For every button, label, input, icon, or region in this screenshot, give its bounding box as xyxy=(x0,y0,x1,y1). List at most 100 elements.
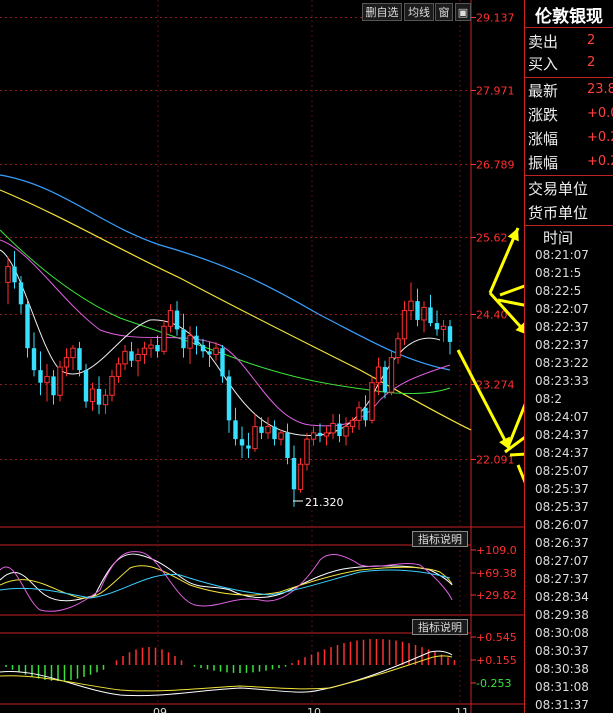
candle xyxy=(252,414,258,452)
macd-explain-button[interactable]: 指标说明 xyxy=(412,619,468,635)
price-axis: 29.137 27.971 26.789 25.62 24.40 23.274 22.091… xyxy=(153,12,517,713)
candle xyxy=(395,332,401,364)
candle xyxy=(122,345,128,371)
candle xyxy=(363,395,368,427)
ma-green xyxy=(0,229,451,394)
candle xyxy=(310,426,317,446)
candle xyxy=(408,282,414,320)
candle xyxy=(272,420,277,446)
price-axis-label: 22.091 xyxy=(476,454,515,467)
sell-label: 卖出 xyxy=(528,33,559,51)
candle xyxy=(167,304,174,333)
candle xyxy=(57,360,63,402)
candle xyxy=(297,457,304,493)
candle xyxy=(109,370,115,402)
candle xyxy=(12,250,17,289)
tick-time-item: 08:30:38 xyxy=(535,662,589,676)
indicator-axis-label: +0.155 xyxy=(476,654,517,667)
candle xyxy=(31,332,37,377)
candle xyxy=(200,338,206,358)
candle xyxy=(226,370,232,433)
candle xyxy=(337,414,342,443)
yellow-arrow xyxy=(456,349,512,451)
tick-time-item: 08:29:38 xyxy=(535,608,589,622)
candle xyxy=(239,426,245,458)
kdj-explain-button[interactable]: 指标说明 xyxy=(412,531,468,547)
tick-time-item: 08:22:37 xyxy=(535,338,589,352)
candle xyxy=(115,357,122,383)
candle xyxy=(129,341,134,368)
candle xyxy=(135,348,141,377)
candle xyxy=(388,351,395,396)
buy-value: 2 xyxy=(587,55,596,70)
date-tick-label: 11 xyxy=(455,706,469,713)
tick-time-item: 08:24:07 xyxy=(535,410,589,424)
macd-lines xyxy=(0,650,453,697)
tick-time-item: 08:24:37 xyxy=(535,446,589,460)
candle xyxy=(141,341,148,364)
candle xyxy=(213,341,219,361)
kline-chart-area[interactable]: 29.137 27.971 26.789 25.62 24.40 23.274 22.091… xyxy=(0,0,613,713)
change-value: +0.0 xyxy=(587,106,613,121)
tick-time-item: 08:25:37 xyxy=(535,482,589,496)
quote-panel: 伦敦银现 卖出 2 买入 2 最新 23.8 涨跌 +0.0 涨幅 +0.21 … xyxy=(524,0,613,713)
candle xyxy=(401,301,408,346)
candle xyxy=(207,341,212,368)
indicator-axis-label: +69.38 xyxy=(476,567,517,580)
indicator-axis-label: +109.0 xyxy=(476,544,517,557)
candle xyxy=(25,301,30,358)
last-price-value: 23.8 xyxy=(587,82,613,97)
price-axis-label: 27.971 xyxy=(476,85,515,98)
candle xyxy=(83,363,89,408)
macd-dif-line xyxy=(0,650,453,697)
tick-time-item: 08:21:07 xyxy=(535,248,589,262)
ma-long-blue xyxy=(0,174,451,371)
tick-time-item: 08:27:37 xyxy=(535,572,589,586)
ma-yellow xyxy=(0,189,472,431)
candlestick-series xyxy=(5,250,453,507)
candle xyxy=(375,357,382,396)
tick-time-item: 08:22:37 xyxy=(535,320,589,334)
moving-average-button[interactable]: 均线 xyxy=(404,3,434,21)
price-axis-label: 29.137 xyxy=(476,12,515,25)
candle xyxy=(148,338,154,358)
tick-time-item: 08:31:37 xyxy=(535,698,589,712)
candle xyxy=(356,401,362,430)
candle xyxy=(343,417,349,446)
tick-time-item: 08:25:07 xyxy=(535,464,589,478)
window-button[interactable]: 窗 xyxy=(435,3,453,21)
tick-time-item: 08:26:37 xyxy=(535,536,589,550)
instrument-title: 伦敦银现 xyxy=(535,7,603,27)
candle xyxy=(330,414,336,440)
candle xyxy=(220,345,225,383)
candle xyxy=(38,351,43,396)
moving-average-lines xyxy=(0,174,472,437)
date-tick-label: 10 xyxy=(307,706,321,713)
tick-time-item: 08:28:34 xyxy=(535,590,589,604)
tick-time-item: 08:27:07 xyxy=(535,554,589,568)
candle xyxy=(278,429,284,446)
candle xyxy=(447,319,453,355)
window-toggle-icon[interactable]: ▣ xyxy=(455,3,471,21)
candle xyxy=(369,376,375,424)
candle xyxy=(187,326,193,364)
tick-time-item: 08:25:37 xyxy=(535,500,589,514)
candle xyxy=(161,319,167,355)
delete-watchlist-button[interactable]: 删自选 xyxy=(362,3,402,21)
indicator-axis-label: +0.545 xyxy=(476,631,517,644)
tick-time-item: 08:26:07 xyxy=(535,518,589,532)
candle xyxy=(291,445,297,507)
change-label: 涨跌 xyxy=(528,106,559,124)
currency-unit-label: 货币单位 xyxy=(528,204,589,222)
candle xyxy=(5,257,11,305)
tick-time-item: 08:30:37 xyxy=(535,644,589,658)
tick-time-item: 08:21:5 xyxy=(535,266,582,280)
candle xyxy=(421,301,427,333)
candle xyxy=(246,432,251,458)
low-price-annotation: 21.320 xyxy=(305,496,344,509)
main-chart-svg: 29.137 27.971 26.789 25.62 24.40 23.274 22.091… xyxy=(0,0,603,713)
tick-time-item: 08:22:07 xyxy=(535,302,589,316)
sell-value: 2 xyxy=(587,33,596,48)
candle xyxy=(265,417,271,440)
time-header: 时间 xyxy=(543,229,574,247)
